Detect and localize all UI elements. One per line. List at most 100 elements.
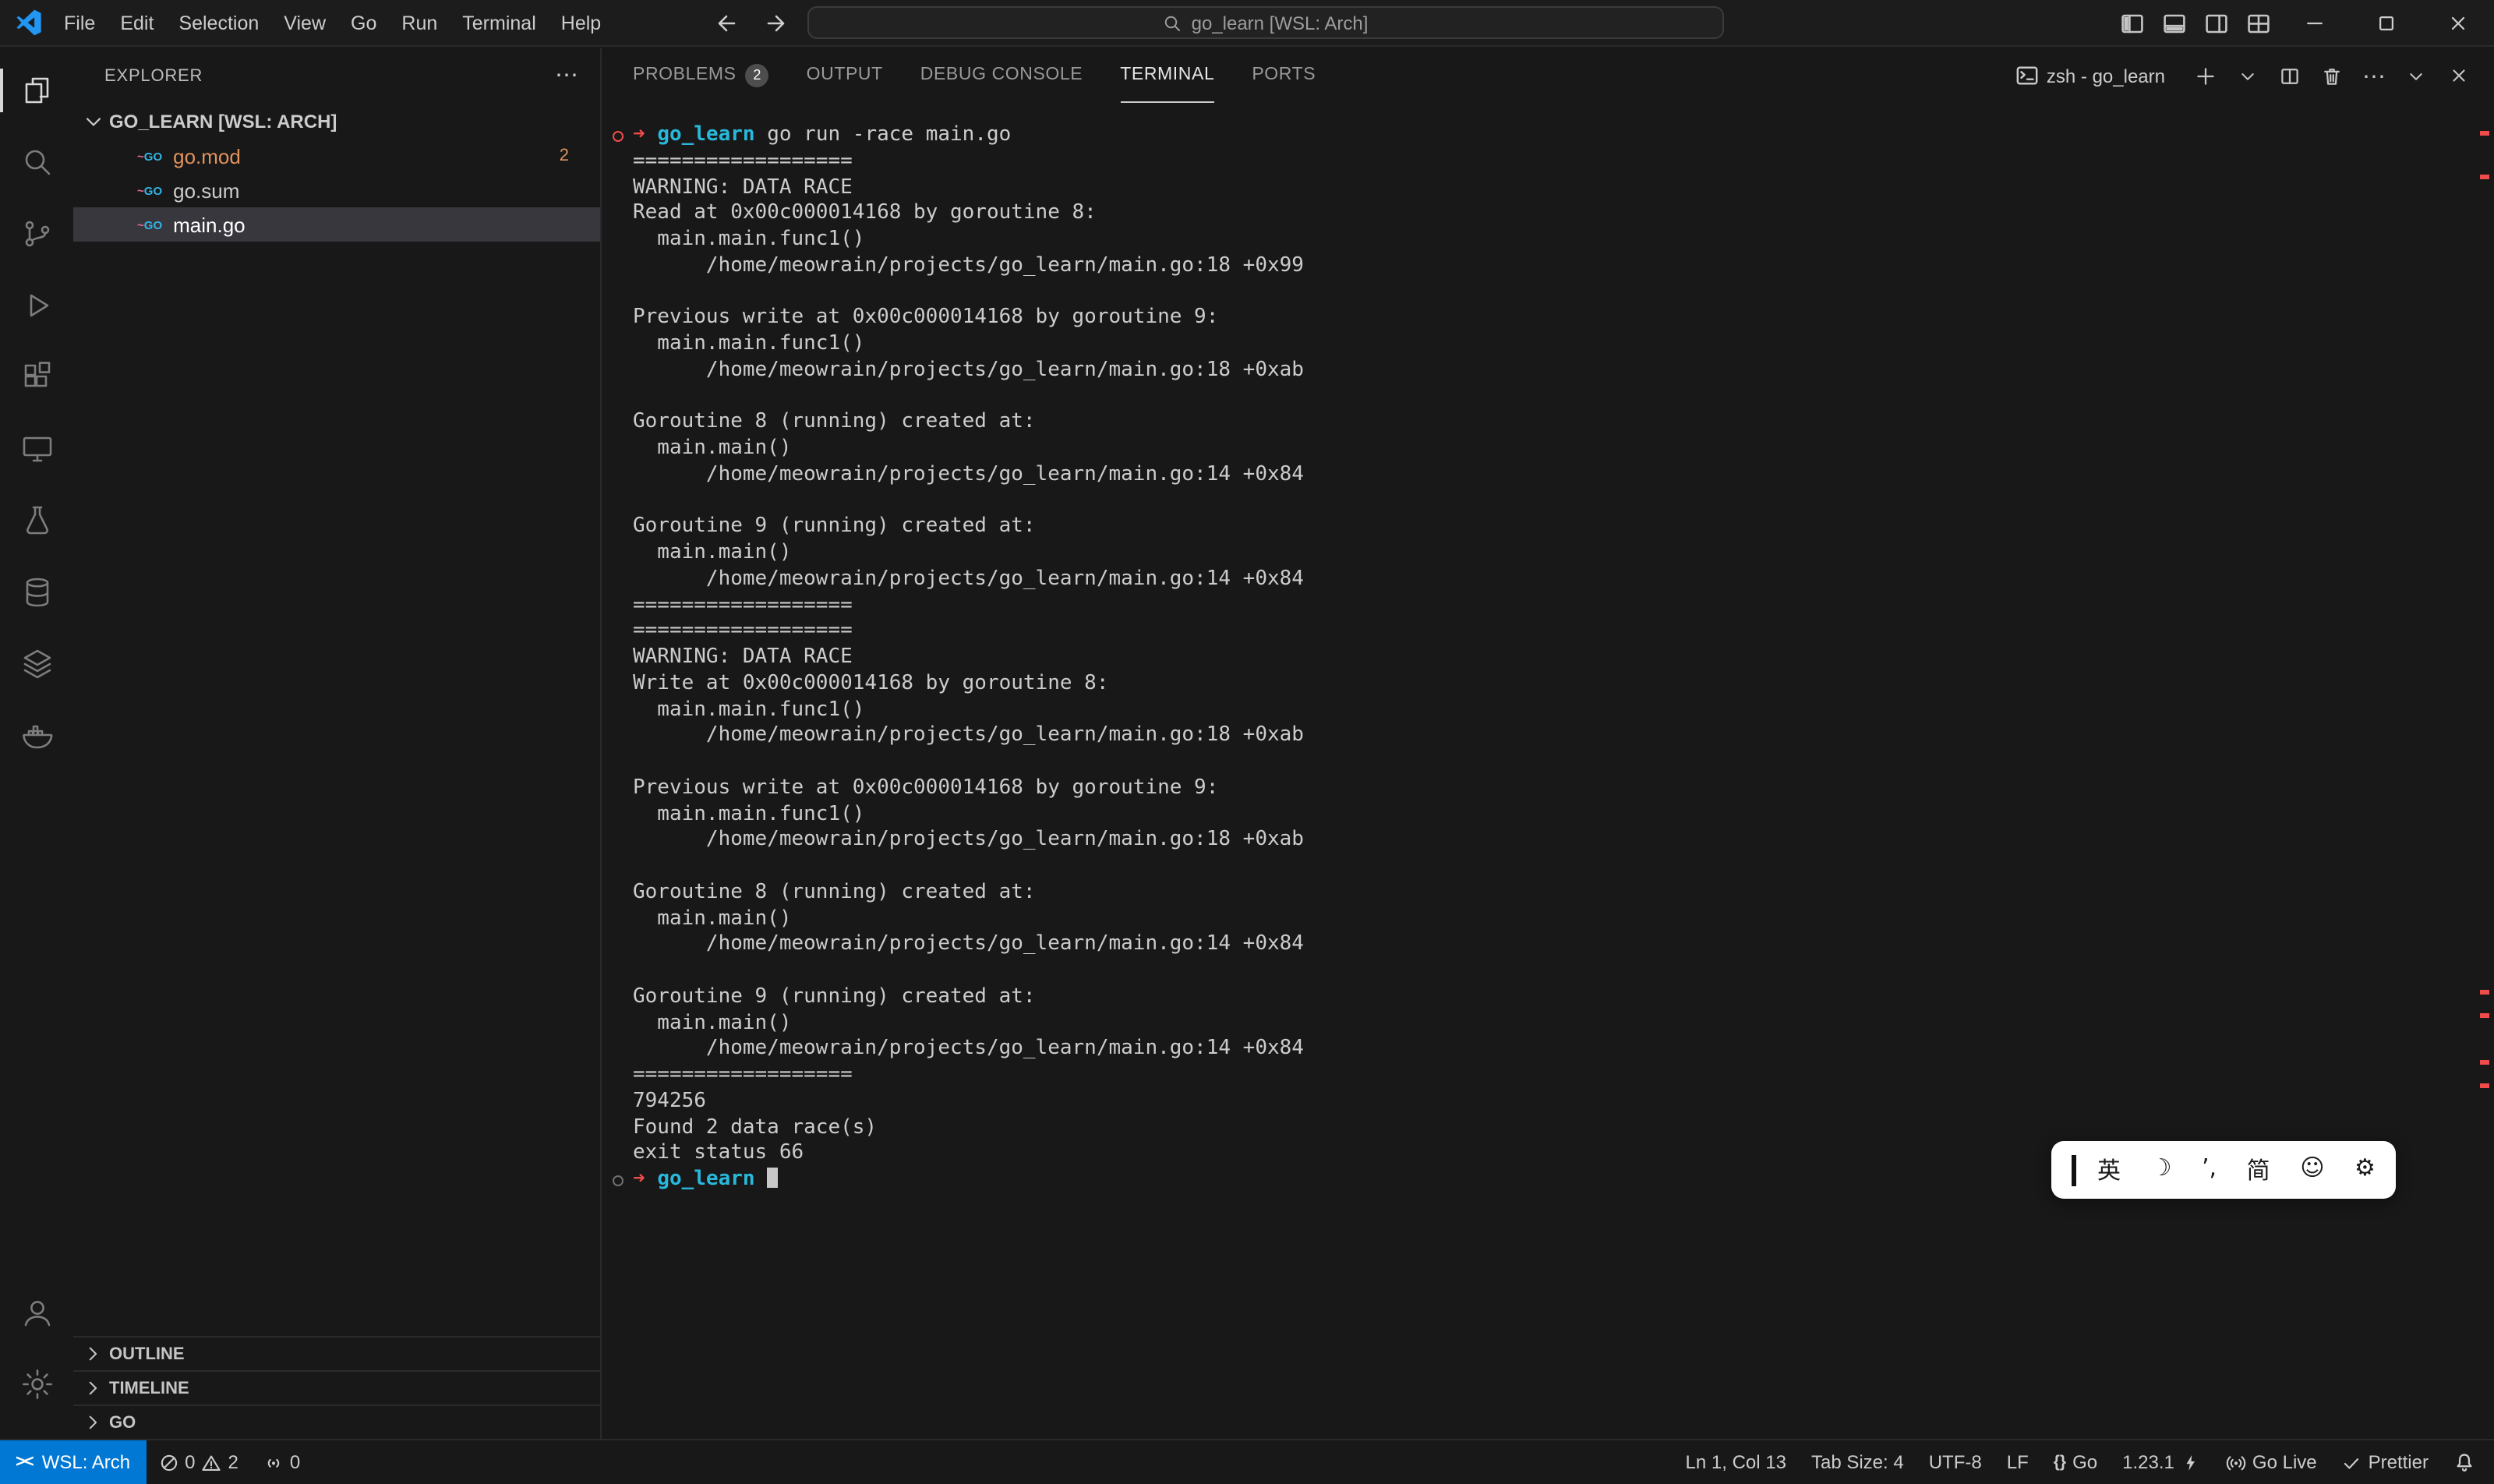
file-row-go.mod[interactable]: ~GOgo.mod2 — [73, 139, 600, 173]
run-and-debug-icon[interactable] — [0, 270, 73, 341]
source-control-icon[interactable] — [0, 198, 73, 270]
testing-icon[interactable] — [0, 485, 73, 556]
panel-more-actions-icon[interactable]: ⋯ — [2357, 58, 2391, 93]
terminal-output-line: /home/meowrain/projects/go_learn/main.go… — [633, 724, 2472, 751]
terminal-dropdown-icon[interactable] — [2231, 58, 2265, 93]
vscode-window: FileEditSelectionViewGoRunTerminalHelp g… — [0, 0, 2494, 1484]
section-go[interactable]: GO — [73, 1404, 600, 1439]
file-row-main.go[interactable]: ~GOmain.go — [73, 207, 600, 242]
terminal-output-line: main.main() — [633, 436, 2472, 463]
panel-header: PROBLEMS2 OUTPUT DEBUG CONSOLE TERMINAL PORT… — [603, 48, 2494, 103]
prompt-command: go run -race main.go — [767, 123, 1011, 147]
menu-file[interactable]: File — [51, 0, 108, 46]
remote-explorer-icon[interactable] — [0, 413, 73, 485]
ports-indicator[interactable]: 0 — [251, 1440, 313, 1484]
folder-root-label: GO_LEARN [WSL: ARCH] — [109, 111, 337, 132]
problems-indicator[interactable]: 0 2 — [146, 1440, 251, 1484]
warnings-icon — [201, 1452, 221, 1472]
docker-icon[interactable] — [0, 700, 73, 772]
accounts-icon[interactable] — [0, 1277, 73, 1348]
menu-help[interactable]: Help — [549, 0, 613, 46]
tab-label: DEBUG CONSOLE — [920, 65, 1083, 84]
toggle-panel-icon[interactable] — [2153, 0, 2195, 47]
language-mode-icon[interactable]: 英 — [2097, 1154, 2121, 1186]
tab-problems[interactable]: PROBLEMS2 — [633, 48, 769, 103]
statusbar-prettier[interactable]: Prettier — [2330, 1440, 2441, 1484]
minimize-button[interactable] — [2279, 0, 2351, 47]
terminal-output-line — [633, 750, 2472, 776]
statusbar-go-version[interactable]: 1.23.1 — [2110, 1440, 2213, 1484]
statusbar-cursor-position[interactable]: Ln 1, Col 13 — [1673, 1440, 1799, 1484]
customize-layout-icon[interactable] — [2237, 0, 2279, 47]
chevron-right-icon — [83, 1412, 103, 1433]
chinese-simplified-icon[interactable]: 简 — [2247, 1154, 2270, 1186]
terminal-output-line: /home/meowrain/projects/go_learn/main.go… — [633, 933, 2472, 959]
toggle-sidebar-icon[interactable] — [2111, 0, 2153, 47]
close-button[interactable] — [2422, 0, 2494, 47]
statusbar-tab-size[interactable]: Tab Size: 4 — [1799, 1440, 1916, 1484]
terminal-session[interactable]: zsh - go_learn — [2015, 64, 2165, 87]
layers-icon[interactable] — [0, 628, 73, 700]
section-outline[interactable]: OUTLINE — [73, 1336, 600, 1370]
forward-arrow-icon[interactable] — [764, 0, 789, 47]
tab-debug-console[interactable]: DEBUG CONSOLE — [920, 48, 1083, 103]
close-panel-icon[interactable] — [2441, 58, 2475, 93]
menu-edit[interactable]: Edit — [108, 0, 166, 46]
terminal-output[interactable]: ➜ go_learn go run -race main.go =========… — [603, 103, 2472, 1439]
ports-count: 0 — [290, 1451, 300, 1473]
activity-bar — [0, 48, 73, 1439]
toggle-secondary-sidebar-icon[interactable] — [2195, 0, 2237, 47]
split-terminal-icon[interactable] — [2273, 58, 2307, 93]
menu-view[interactable]: View — [271, 0, 338, 46]
activity-bar-bottom — [0, 1277, 73, 1420]
tab-label: TERMINAL — [1120, 65, 1214, 84]
emoji-picker-icon[interactable]: ☺ — [2300, 1154, 2324, 1186]
settings-gear-icon[interactable] — [0, 1348, 73, 1420]
terminal-output-line: ================== — [633, 620, 2472, 646]
more-actions-icon[interactable]: ⋯ — [555, 69, 578, 84]
ime-settings-icon[interactable]: ⚙ — [2354, 1154, 2376, 1186]
tab-terminal[interactable]: TERMINAL — [1120, 48, 1214, 103]
statusbar-eol[interactable]: LF — [1994, 1440, 2041, 1484]
night-mode-icon[interactable]: ☽ — [2151, 1154, 2172, 1186]
search-icon[interactable] — [0, 126, 73, 198]
menu-selection[interactable]: Selection — [166, 0, 271, 46]
remote-indicator[interactable]: >< WSL: Arch — [0, 1440, 146, 1484]
statusbar-encoding[interactable]: UTF-8 — [1916, 1440, 1994, 1484]
menu-go[interactable]: Go — [338, 0, 389, 46]
notifications-bell-icon[interactable] — [2441, 1440, 2488, 1484]
panel-controls: zsh - go_learn ⋯ — [2015, 58, 2494, 93]
command-center[interactable]: go_learn [WSL: Arch] — [807, 6, 1724, 39]
menu-run[interactable]: Run — [389, 0, 450, 46]
section-timeline[interactable]: TIMELINE — [73, 1370, 600, 1404]
kill-terminal-icon[interactable] — [2315, 58, 2349, 93]
prompt-arrow: ➜ — [633, 1168, 645, 1191]
statusbar-go-live[interactable]: Go Live — [2213, 1440, 2330, 1484]
tab-output[interactable]: OUTPUT — [807, 48, 883, 103]
database-icon[interactable] — [0, 556, 73, 628]
back-arrow-icon[interactable] — [714, 0, 739, 47]
tab-label: PROBLEMS — [633, 65, 737, 84]
menu-terminal[interactable]: Terminal — [450, 0, 549, 46]
go-file-icon: ~GO — [137, 183, 162, 197]
file-name: go.sum — [173, 178, 239, 202]
terminal-output-line: main.main.func1() — [633, 228, 2472, 254]
maximize-button[interactable] — [2351, 0, 2422, 47]
radio-tower-icon — [263, 1452, 284, 1472]
extensions-icon[interactable] — [0, 341, 73, 413]
prompt-directory: go_learn — [657, 123, 754, 147]
terminal-output-line: Goroutine 9 (running) created at: — [633, 985, 2472, 1012]
statusbar-language-mode[interactable]: {}Go — [2041, 1440, 2110, 1484]
tab-ports[interactable]: PORTS — [1252, 48, 1316, 103]
punctuation-mode-icon[interactable]: ’, — [2202, 1154, 2217, 1186]
statusbar-label: UTF-8 — [1929, 1451, 1982, 1473]
ime-items: 英 ☽ ’, 简 ☺ ⚙ — [2097, 1154, 2376, 1186]
file-row-go.sum[interactable]: ~GO go.sum — [73, 173, 600, 207]
terminal-output-line: ================== — [633, 1063, 2472, 1090]
titlebar-controls — [2111, 0, 2494, 47]
terminal-output-line: main.main() — [633, 1011, 2472, 1037]
hide-panel-icon[interactable] — [2399, 58, 2433, 93]
new-terminal-icon[interactable] — [2188, 58, 2223, 93]
explorer-icon[interactable] — [0, 55, 73, 126]
folder-root[interactable]: GO_LEARN [WSL: ARCH] — [73, 104, 600, 139]
